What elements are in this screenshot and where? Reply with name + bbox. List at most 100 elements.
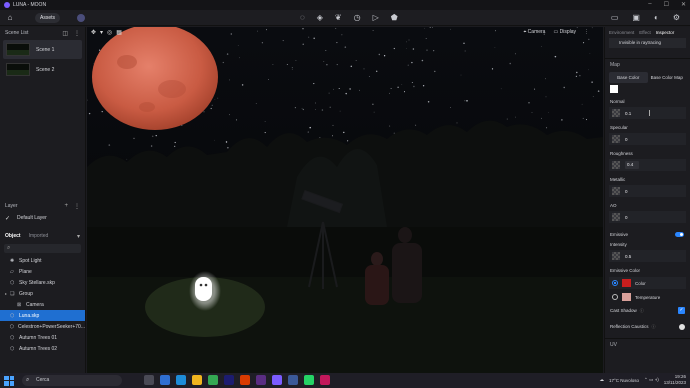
texture-slot-icon[interactable]: [612, 187, 620, 195]
settings-icon[interactable]: ⚙: [673, 13, 680, 23]
tab-effect[interactable]: Effect: [639, 30, 650, 35]
taskbar-search-input[interactable]: Cerca: [22, 375, 122, 386]
reflection-caustics-toggle[interactable]: [679, 324, 685, 330]
more-icon[interactable]: ⋮: [74, 30, 80, 37]
light-bulb-icon[interactable]: ◌: [300, 13, 305, 23]
photoshop-icon[interactable]: [224, 375, 234, 385]
home-icon[interactable]: ⌂: [5, 13, 15, 23]
scene-item[interactable]: Scene 2: [3, 60, 82, 79]
weather-text[interactable]: 17°C Nuvoloso: [609, 378, 639, 383]
tab-imported[interactable]: Imported: [29, 233, 49, 239]
app-icon[interactable]: [256, 375, 266, 385]
panorama-icon[interactable]: ◐: [654, 13, 659, 23]
color-option[interactable]: Color: [609, 277, 686, 289]
emissive-toggle[interactable]: [675, 232, 684, 237]
app-icon[interactable]: [288, 375, 298, 385]
tab-environment[interactable]: Environment: [609, 30, 634, 35]
tab-base-color[interactable]: Base Color: [609, 72, 648, 83]
info-icon[interactable]: ⓘ: [640, 308, 644, 313]
windows-start-icon[interactable]: [4, 375, 14, 386]
base-color-swatch[interactable]: [610, 85, 618, 93]
more-icon[interactable]: ⋮: [74, 203, 80, 210]
folder-icon[interactable]: [192, 375, 202, 385]
luna-app-icon[interactable]: [272, 375, 282, 385]
object-list-item[interactable]: ⬡ Autumn Trees 01: [0, 332, 85, 343]
uv-section-header[interactable]: UV: [605, 338, 690, 350]
object-list-item[interactable]: ▱ Plane: [0, 266, 85, 277]
material-icon[interactable]: ◈: [317, 13, 323, 23]
object-list-item[interactable]: ⬡ Sky Stellare.skp: [0, 277, 85, 288]
move-icon[interactable]: ✥: [91, 29, 96, 36]
color-radio[interactable]: [612, 280, 618, 286]
tab-object[interactable]: Object: [5, 233, 21, 239]
intensity-value[interactable]: 0.5: [625, 254, 631, 259]
invisible-in-raytracing-toggle[interactable]: Invisible in raytracing: [609, 38, 686, 48]
video-icon[interactable]: ▣: [632, 13, 640, 23]
dropdown-icon[interactable]: ▾: [100, 29, 103, 36]
layer-item[interactable]: ✓ Default Layer: [0, 212, 85, 224]
grid-icon[interactable]: ▦: [116, 29, 122, 36]
ao-row[interactable]: 0: [609, 211, 686, 223]
temperature-swatch[interactable]: [622, 293, 631, 301]
texture-slot-icon[interactable]: [612, 109, 620, 117]
object-list-item[interactable]: ▸ ❏ Group: [0, 288, 85, 299]
roughness-value[interactable]: 0.4: [625, 161, 639, 169]
scene-item[interactable]: Scene 1: [3, 40, 82, 59]
display-menu[interactable]: ▭ Display: [553, 29, 576, 35]
leaf-icon[interactable]: ❦: [335, 13, 342, 23]
metallic-row[interactable]: 0: [609, 185, 686, 197]
normal-value[interactable]: 0.1: [625, 111, 631, 116]
specular-row[interactable]: 0: [609, 133, 686, 145]
emissive-color-swatch[interactable]: [622, 279, 631, 287]
render-icon[interactable]: ▭: [611, 13, 619, 23]
texture-slot-icon[interactable]: [612, 252, 620, 260]
render-viewport[interactable]: ✥ ▾ ◎ ▦ ⌖ Camera ▭ Display ⋮: [87, 27, 603, 373]
ao-value[interactable]: 0: [625, 215, 628, 220]
tab-base-color-map[interactable]: Base Color Map: [648, 72, 687, 83]
texture-slot-icon[interactable]: [612, 135, 620, 143]
roughness-row[interactable]: 0.4: [609, 159, 686, 171]
chrome-icon[interactable]: [208, 375, 218, 385]
timer-icon[interactable]: ◷: [354, 13, 361, 23]
texture-slot-icon[interactable]: [612, 213, 620, 221]
app-icon[interactable]: [320, 375, 330, 385]
more-icon[interactable]: ⋮: [584, 29, 589, 35]
avatar[interactable]: [77, 14, 85, 22]
focus-icon[interactable]: ◎: [107, 29, 112, 36]
close-icon[interactable]: ✕: [681, 1, 686, 8]
object-list-item[interactable]: ⬡ Celestron+PowerSeeker+70...: [0, 321, 85, 332]
object-list-item[interactable]: ✺ Spot Light: [0, 255, 85, 266]
file-explorer-icon[interactable]: [160, 375, 170, 385]
assets-button[interactable]: Assets: [35, 13, 61, 23]
camera-add-icon[interactable]: ◫: [62, 30, 68, 37]
add-icon[interactable]: +: [64, 203, 68, 209]
texture-slot-icon[interactable]: [612, 161, 620, 169]
camera-menu[interactable]: ⌖ Camera: [523, 29, 545, 35]
tab-inspector[interactable]: Inspector: [656, 30, 675, 35]
whatsapp-icon[interactable]: [304, 375, 314, 385]
object-search-input[interactable]: ⌕: [4, 244, 81, 253]
edge-icon[interactable]: [176, 375, 186, 385]
normal-slider[interactable]: [649, 110, 651, 116]
normal-row[interactable]: 0.1: [609, 107, 686, 119]
map-section-header[interactable]: Map: [605, 58, 690, 70]
clock[interactable]: 19:26 13/11/2023: [664, 374, 686, 386]
metallic-value[interactable]: 0: [625, 189, 628, 194]
task-view-icon[interactable]: [144, 375, 154, 385]
tray-icons[interactable]: ⌃ ▭ ◖): [644, 377, 659, 383]
animation-icon[interactable]: ▷: [373, 13, 379, 23]
object-list-item[interactable]: ⬡ Luna.skp: [0, 310, 85, 321]
specular-value[interactable]: 0: [625, 137, 628, 142]
minimize-icon[interactable]: –: [648, 1, 651, 8]
cast-shadow-checkbox[interactable]: ✓: [678, 307, 685, 314]
filter-icon[interactable]: ▾: [77, 233, 80, 240]
object-list-item[interactable]: ⬡ Autumn Trees 02: [0, 343, 85, 354]
temperature-option[interactable]: Temperature: [609, 291, 686, 303]
intensity-row[interactable]: 0.5: [609, 250, 686, 262]
office-icon[interactable]: [240, 375, 250, 385]
temperature-radio[interactable]: [612, 294, 618, 300]
maximize-icon[interactable]: ☐: [664, 1, 669, 8]
tag-icon[interactable]: ⬟: [391, 13, 398, 23]
info-icon[interactable]: ⓘ: [652, 324, 656, 329]
object-list-item[interactable]: ⊠ Camera: [0, 299, 85, 310]
